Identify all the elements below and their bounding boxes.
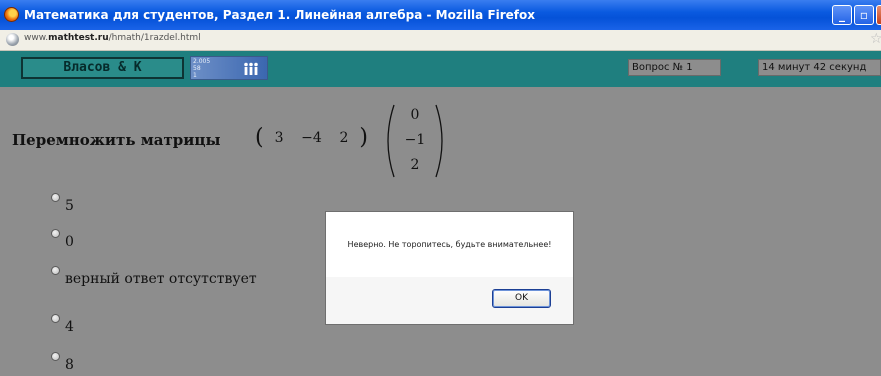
window-title-bar: Математика для студентов, Раздел 1. Лине… (0, 0, 881, 30)
radio-button[interactable] (51, 266, 60, 275)
column-vector-cell: −1 (404, 132, 426, 148)
row-vector-cell: −4 (301, 130, 322, 146)
radio-button[interactable] (51, 314, 60, 323)
answer-option[interactable]: верный ответ отсутствует (51, 266, 257, 287)
radio-button[interactable] (51, 193, 60, 202)
window-title: Математика для студентов, Раздел 1. Лине… (24, 8, 536, 22)
column-vector: 0 −1 2 (380, 101, 450, 181)
radio-button[interactable] (51, 229, 60, 238)
radio-button[interactable] (51, 352, 60, 361)
close-button[interactable] (876, 5, 881, 25)
firefox-logo-icon (4, 7, 19, 22)
answer-option[interactable]: 8 (51, 352, 74, 373)
row-vector-cell: 2 (339, 130, 349, 146)
brand-box: Власов & К (21, 57, 184, 79)
timer-field: 14 минут 42 секунд (758, 59, 881, 76)
answer-option[interactable]: 4 (51, 314, 74, 335)
row-vector: ( 3 −4 2 ) (255, 125, 368, 150)
visit-counter[interactable]: 2.005 58 1 (190, 56, 268, 80)
address-bar[interactable]: www.mathtest.ru/hmath/1razdel.html ☆ (0, 30, 881, 51)
bookmark-star-icon[interactable]: ☆ (870, 31, 881, 47)
column-vector-cell: 0 (410, 107, 420, 123)
row-vector-cell: 3 (274, 130, 284, 146)
answer-option[interactable]: 5 (51, 193, 74, 214)
column-vector-cell: 2 (410, 157, 420, 173)
site-globe-icon (6, 33, 19, 46)
people-icon (244, 62, 258, 75)
minimize-button[interactable]: _ (832, 5, 852, 25)
maximize-button[interactable]: ▫ (854, 5, 874, 25)
question-label: Перемножить матрицы (12, 131, 221, 149)
ok-button[interactable]: OK (492, 289, 551, 308)
question-number-field: Вопрос № 1 (628, 59, 721, 76)
page-header: Власов & К 2.005 58 1 Вопрос № 1 14 мину… (0, 51, 881, 87)
url-text[interactable]: www.mathtest.ru/hmath/1razdel.html (24, 33, 201, 43)
alert-dialog: Неверно. Не торопитесь, будьте вниматель… (325, 211, 574, 325)
dialog-message: Неверно. Не торопитесь, будьте вниматель… (326, 212, 573, 277)
answer-option[interactable]: 0 (51, 229, 74, 250)
counter-text: 2.005 58 1 (193, 58, 211, 79)
